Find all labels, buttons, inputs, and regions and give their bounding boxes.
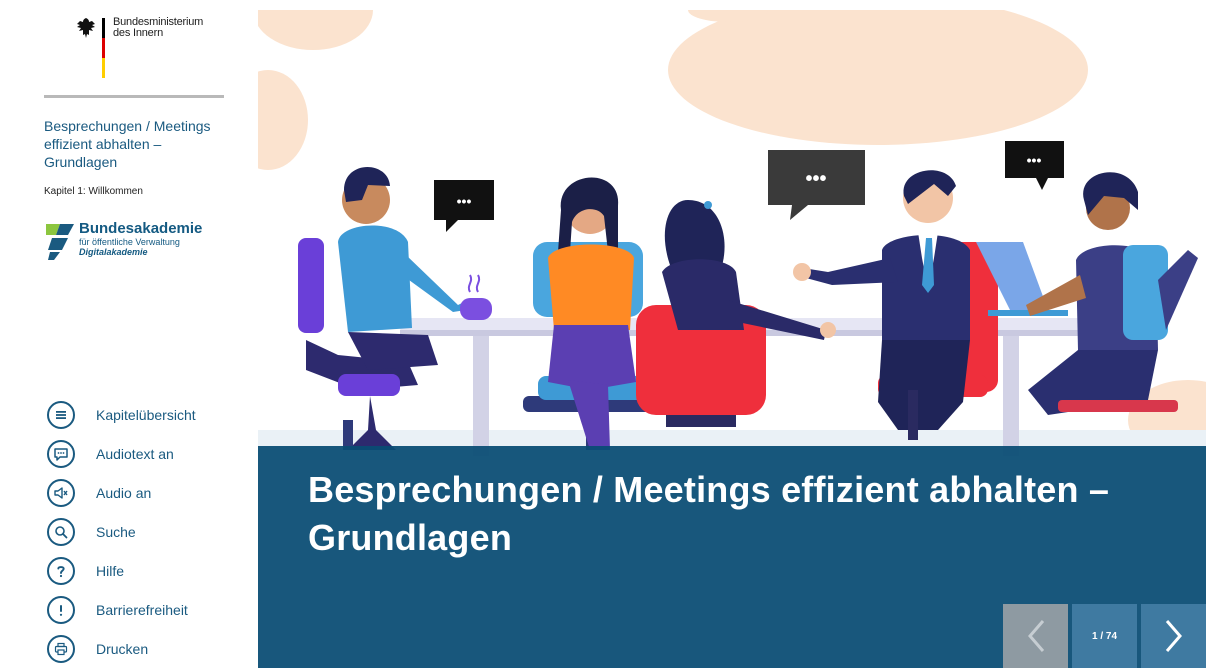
menu-label: Suche — [96, 523, 136, 540]
list-icon — [47, 400, 75, 429]
academy-subtitle: für öffentliche Verwaltung — [79, 237, 180, 247]
menu-item-search[interactable]: Suche — [47, 512, 247, 551]
menu-label: Hilfe — [96, 562, 125, 579]
federal-eagle-icon — [77, 18, 95, 38]
course-title: Besprechungen / Meetings effizient abhal… — [44, 118, 211, 170]
slide-title: Besprechungen / Meetings effizient abhal… — [308, 469, 1110, 558]
ministry-name: Bundesministerium des Innern — [113, 17, 203, 39]
search-icon — [47, 517, 75, 546]
slide-stage: ••• ••• ••• Besprechungen / Meetings eff… — [258, 10, 1206, 668]
menu-label: Drucken — [96, 640, 149, 657]
next-slide-button[interactable] — [1141, 604, 1206, 668]
speech-bubble-text-3: ••• — [1027, 152, 1042, 168]
speaker-mute-icon — [47, 478, 75, 507]
sidebar-divider — [44, 95, 224, 98]
speech-bubble-text-1: ••• — [457, 193, 472, 209]
menu-label: Kapitelübersicht — [96, 406, 196, 423]
help-icon — [47, 556, 75, 585]
menu-item-accessibility[interactable]: Barrierefreiheit — [47, 590, 247, 629]
academy-name: Bundesakademie — [79, 220, 203, 237]
menu-label: Audio an — [96, 484, 152, 501]
exclamation-icon — [47, 595, 75, 624]
academy-logo: Bundesakademie für öffentliche Verwaltun… — [46, 220, 246, 264]
flag-bar — [102, 18, 105, 78]
chevron-right-icon — [1165, 620, 1182, 652]
speech-bubble-icon — [47, 439, 75, 468]
printer-icon — [47, 634, 75, 663]
menu-item-audio[interactable]: Audio an — [47, 473, 247, 512]
academy-mark-icon — [46, 224, 74, 260]
menu-item-print[interactable]: Drucken — [47, 629, 247, 668]
page-counter: 1 / 74 — [1072, 604, 1137, 668]
menu-item-audiotext[interactable]: Audiotext an — [47, 434, 247, 473]
sidebar: Bundesministerium des Innern Besprechung… — [0, 0, 258, 668]
menu-item-help[interactable]: Hilfe — [47, 551, 247, 590]
sidebar-menu: Kapitelübersicht Audiotext an Audio an S… — [47, 395, 247, 668]
ministry-logo: Bundesministerium des Innern — [74, 14, 214, 80]
academy-digital: Digitalakademie — [79, 247, 148, 257]
previous-slide-button[interactable] — [1003, 604, 1068, 668]
ministry-line-2: des Innern — [113, 27, 163, 39]
speech-bubble-text-2: ••• — [805, 168, 826, 190]
chapter-label: Kapitel 1: Willkommen — [44, 186, 143, 197]
chevron-left-icon — [1027, 620, 1044, 652]
menu-label: Barrierefreiheit — [96, 601, 188, 618]
menu-label: Audiotext an — [96, 445, 174, 462]
menu-item-chapter-overview[interactable]: Kapitelübersicht — [47, 395, 247, 434]
